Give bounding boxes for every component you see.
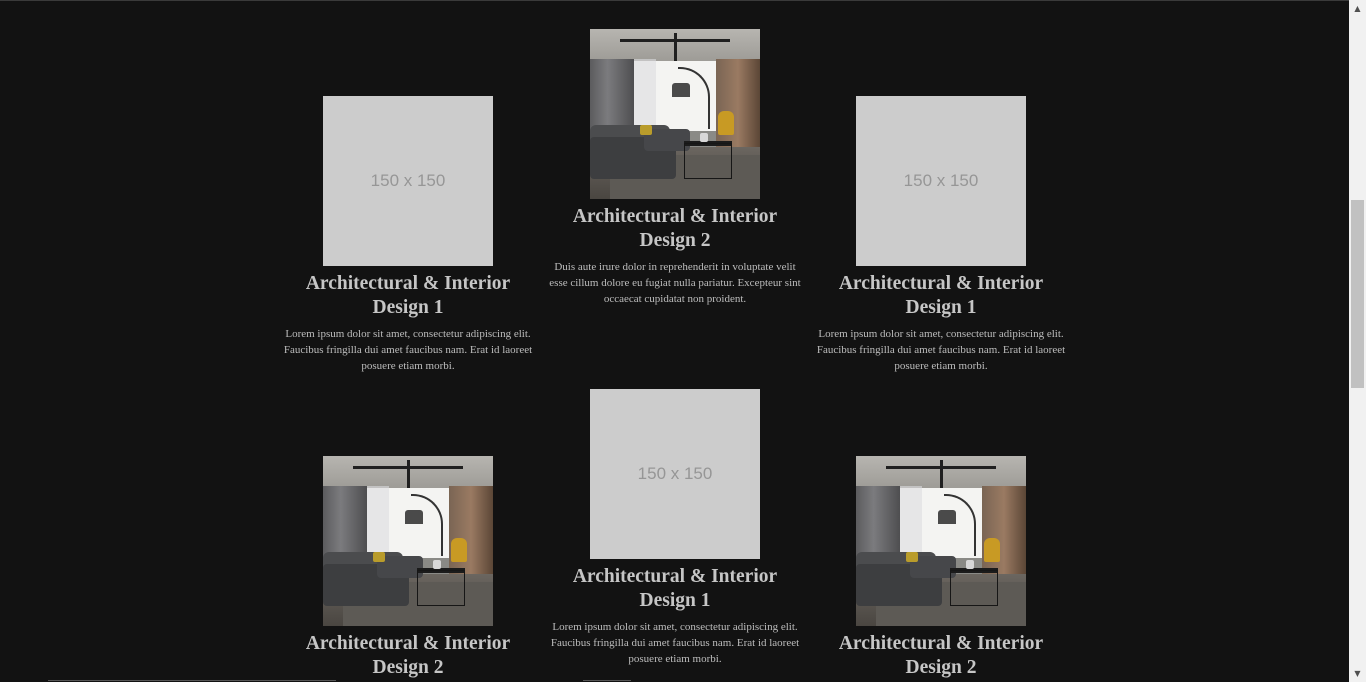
- card-design-1-center: 150 x 150 Architectural & Interior Desig…: [545, 389, 805, 667]
- page-viewport: 150 x 150 Architectural & Interior Desig…: [0, 0, 1349, 682]
- card-design-1-right: 150 x 150 Architectural & Interior Desig…: [811, 96, 1071, 374]
- card-title: Architectural & Interior Design 1: [838, 273, 1044, 318]
- card-title: Architectural & Interior Design 2: [838, 633, 1044, 678]
- card-description: Lorem ipsum dolor sit amet, consectetur …: [816, 328, 1066, 372]
- card-design-1-left: 150 x 150 Architectural & Interior Desig…: [278, 96, 538, 374]
- placeholder-label: 150 x 150: [370, 171, 446, 190]
- interior-photo: [590, 29, 760, 199]
- card-description: Duis aute irure dolor in reprehenderit i…: [549, 261, 801, 305]
- card-title: Architectural & Interior Design 1: [572, 566, 778, 611]
- card-title: Architectural & Interior Design 1: [305, 273, 511, 318]
- arrow-down-icon[interactable]: ▼: [1349, 665, 1366, 682]
- card-design-2-center: Architectural & Interior Design 2 Duis a…: [545, 29, 805, 307]
- vertical-scrollbar[interactable]: ▲ ▼: [1349, 0, 1366, 682]
- placeholder-image: 150 x 150: [856, 96, 1026, 266]
- card-description: Lorem ipsum dolor sit amet, consectetur …: [283, 328, 533, 372]
- card-title: Architectural & Interior Design 2: [572, 206, 778, 251]
- placeholder-label: 150 x 150: [637, 464, 713, 483]
- arrow-up-icon[interactable]: ▲: [1349, 0, 1366, 17]
- interior-photo: [856, 456, 1026, 626]
- section-divider: [48, 680, 336, 681]
- section-divider: [583, 680, 631, 681]
- interior-photo: [323, 456, 493, 626]
- placeholder-image: 150 x 150: [590, 389, 760, 559]
- scrollbar-thumb[interactable]: [1351, 200, 1364, 388]
- card-title: Architectural & Interior Design 2: [305, 633, 511, 678]
- card-design-2-left: Architectural & Interior Design 2: [278, 456, 538, 682]
- placeholder-image: 150 x 150: [323, 96, 493, 266]
- placeholder-label: 150 x 150: [903, 171, 979, 190]
- card-description: Lorem ipsum dolor sit amet, consectetur …: [550, 621, 800, 665]
- card-design-2-right: Architectural & Interior Design 2: [811, 456, 1071, 682]
